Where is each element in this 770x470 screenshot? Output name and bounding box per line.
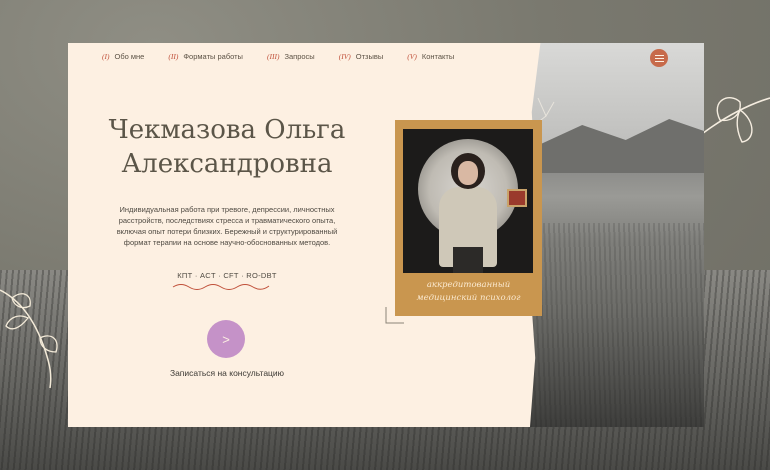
hero-description: Индивидуальная работа при тревоге, депре… [116, 205, 338, 247]
nav-number: (III) [266, 52, 280, 61]
consultation-button[interactable]: > [207, 320, 245, 358]
caption-line-1: аккредитованный [426, 280, 511, 290]
landscape-photo [530, 43, 704, 427]
nav-item-formats[interactable]: (II) Форматы работы [168, 52, 243, 61]
portrait-frame: аккредитованный медицинский психолог [395, 120, 542, 316]
nav-item-about[interactable]: (I) Обо мне [102, 52, 144, 61]
nav-label: Контакты [421, 52, 455, 61]
nav-label: Отзывы [355, 52, 384, 61]
portrait-photo [403, 129, 533, 273]
nav-number: (V) [407, 52, 417, 61]
squiggle-decoration [172, 284, 270, 290]
page-title: Чекмазова Ольга Александровна [68, 113, 386, 181]
consultation-link[interactable]: Записаться на консультацию [148, 368, 306, 378]
hero-card: (I) Обо мне (II) Форматы работы (III) За… [68, 43, 704, 427]
name-line-2: Александровна [121, 149, 333, 179]
name-line-1: Чекмазова Ольга [108, 115, 346, 145]
nav-label: Форматы работы [183, 52, 243, 61]
caption-line-2: медицинский психолог [416, 293, 521, 303]
nav-number: (I) [102, 52, 110, 61]
nav-label: Запросы [284, 52, 315, 61]
hamburger-icon[interactable] [650, 49, 668, 67]
nav-number: (II) [168, 52, 179, 61]
methods-list: КПТ · ACT · CFT · RO-DBT [177, 271, 277, 280]
portrait-caption: аккредитованный медицинский психолог [395, 279, 542, 305]
nav-item-contacts[interactable]: (V) Контакты [407, 52, 454, 61]
nav-item-reviews[interactable]: (IV) Отзывы [339, 52, 384, 61]
arrow-right-icon: > [222, 331, 230, 347]
nav-item-requests[interactable]: (III) Запросы [267, 52, 315, 61]
nav-label: Обо мне [114, 52, 145, 61]
nav-number: (IV) [338, 52, 351, 61]
top-navigation: (I) Обо мне (II) Форматы работы (III) За… [102, 52, 478, 61]
